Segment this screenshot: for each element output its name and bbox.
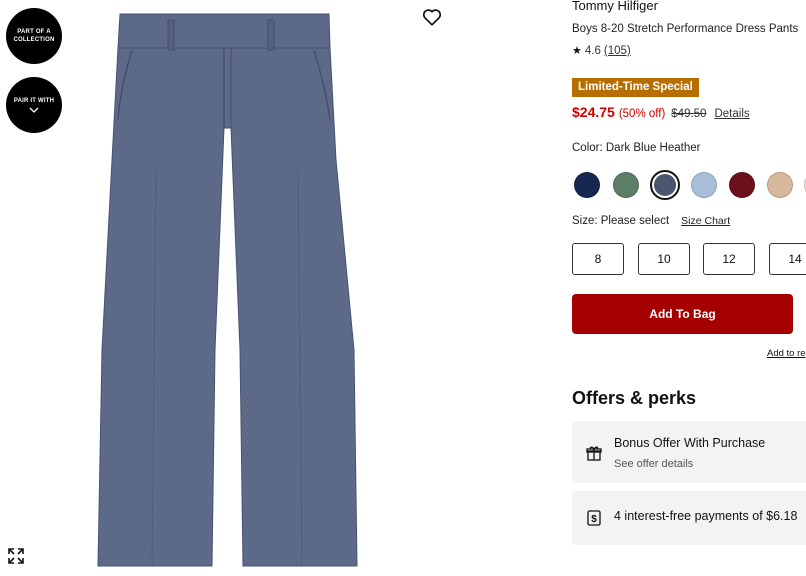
brand-name[interactable]: Tommy Hilfiger <box>572 0 658 13</box>
rating-value: 4.6 <box>584 44 601 57</box>
review-count-link[interactable]: (105) <box>604 45 631 57</box>
size-option-14[interactable]: 14 <box>769 243 806 275</box>
swatch-light-blue[interactable] <box>691 172 717 198</box>
size-option-12[interactable]: 12 <box>703 243 755 275</box>
original-price: $49.50 <box>671 108 707 120</box>
part-of-collection-button[interactable]: PART OF A COLLECTION <box>6 8 62 64</box>
size-option-8[interactable]: 8 <box>572 243 624 275</box>
add-to-registry-link[interactable]: Add to re <box>767 348 806 359</box>
product-image <box>97 13 358 567</box>
swatch-tan[interactable] <box>767 172 793 198</box>
swatch-navy[interactable] <box>574 172 600 198</box>
price-details-link[interactable]: Details <box>714 108 749 120</box>
color-swatches <box>574 170 806 200</box>
collection-badge-label: PART OF A COLLECTION <box>13 29 55 43</box>
heart-icon[interactable] <box>421 6 443 28</box>
pair-badge-label: PAIR IT WITH <box>13 98 55 104</box>
percent-off: (50% off) <box>618 108 666 120</box>
current-price: $24.75 <box>572 104 615 120</box>
chevron-down-icon <box>29 107 39 113</box>
swatch-dark-blue-heather[interactable] <box>650 170 680 200</box>
offers-heading: Offers & perks <box>572 388 697 408</box>
star-icon: ★ <box>572 45 582 57</box>
size-label-row: Size: Please select Size Chart <box>572 215 730 227</box>
color-label: Color: Dark Blue Heather <box>572 142 701 154</box>
promo-badge: Limited-Time Special <box>572 78 699 97</box>
installment-offer-title: 4 interest-free payments of $6.18 <box>614 509 798 523</box>
dollar-icon: $ <box>587 510 601 526</box>
size-chart-link[interactable]: Size Chart <box>681 215 730 227</box>
pair-it-with-button[interactable]: PAIR IT WITH <box>6 77 62 133</box>
price-row: $24.75 (50% off) $49.50 Details <box>572 104 750 120</box>
product-info-panel: Tommy Hilfiger Boys 8-20 Stretch Perform… <box>572 0 806 576</box>
product-title: Boys 8-20 Stretch Performance Dress Pant… <box>572 23 799 35</box>
swatch-green[interactable] <box>613 172 639 198</box>
swatch-burgundy[interactable] <box>729 172 755 198</box>
gift-icon <box>586 446 602 461</box>
rating: ★ 4.6 (105) <box>572 44 631 58</box>
expand-icon[interactable] <box>6 546 26 566</box>
bonus-offer-card[interactable]: Bonus Offer With Purchase See offer deta… <box>572 421 806 483</box>
svg-text:$: $ <box>591 514 597 525</box>
add-to-bag-button[interactable]: Add To Bag <box>572 294 793 334</box>
size-option-10[interactable]: 10 <box>638 243 690 275</box>
bonus-offer-title: Bonus Offer With Purchase <box>614 436 766 450</box>
size-label: Size: Please select <box>572 215 670 227</box>
bonus-offer-subtitle: See offer details <box>614 458 694 470</box>
installment-offer-card[interactable]: $ 4 interest-free payments of $6.18 <box>572 491 806 545</box>
